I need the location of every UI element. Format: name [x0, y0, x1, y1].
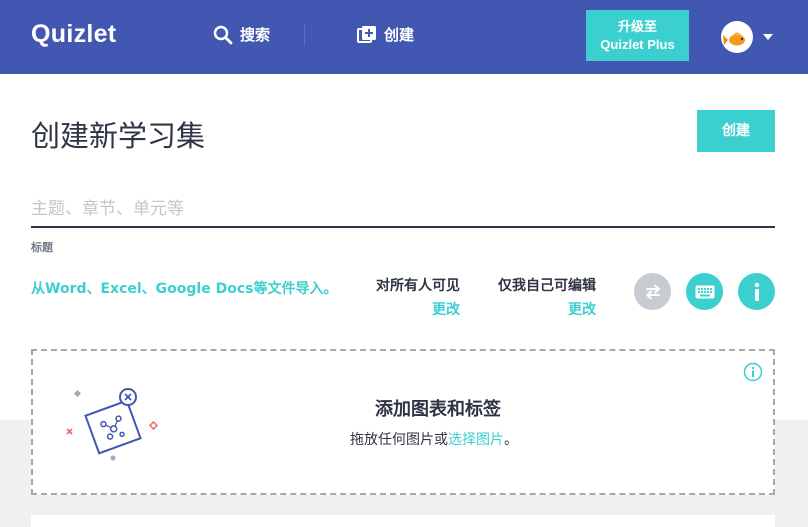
set-title-input[interactable]	[31, 192, 775, 228]
visibility-change-link[interactable]: 更改	[376, 299, 460, 319]
add-set-icon	[357, 25, 376, 43]
visibility-label: 对所有人可见	[376, 278, 460, 294]
dropzone-subtitle-end: 。	[504, 432, 518, 448]
keyboard-shortcuts-button[interactable]	[686, 273, 723, 310]
chevron-down-icon[interactable]	[763, 34, 773, 40]
create-nav-label: 创建	[384, 26, 415, 44]
dropzone-subtitle: 拖放任何图片或选择图片。	[350, 429, 518, 449]
dropzone-title: 添加图表和标签	[375, 399, 501, 420]
import-link[interactable]: 从Word、Excel、Google Docs等文件导入。	[31, 278, 337, 298]
page-title: 创建新学习集	[31, 119, 206, 153]
upgrade-plus-button[interactable]: 升级至 Quizlet Plus	[586, 10, 689, 61]
top-navigation-bar: Quizlet 搜索 创建 升级至 Quizlet Plus	[0, 0, 808, 74]
diagram-illustration	[63, 385, 163, 465]
term-card-stub	[31, 515, 775, 527]
title-field-label: 标题	[31, 241, 53, 254]
create-nav-item[interactable]: 创建	[357, 24, 414, 45]
dropzone-subtitle-text: 拖放任何图片或	[350, 432, 448, 448]
info-button[interactable]	[738, 273, 775, 310]
visibility-setting: 对所有人可见 更改	[376, 275, 460, 319]
swap-terms-button[interactable]	[634, 273, 671, 310]
swap-icon	[645, 284, 660, 299]
choose-image-link[interactable]: 选择图片	[448, 432, 504, 448]
search-icon	[213, 25, 233, 44]
edit-permission-change-link[interactable]: 更改	[498, 299, 596, 319]
create-set-button[interactable]: 创建	[697, 110, 775, 152]
avatar-goldfish-icon[interactable]	[721, 21, 753, 53]
edit-permission-setting: 仅我自己可编辑 更改	[498, 275, 596, 319]
dropzone-info-icon[interactable]	[743, 362, 763, 382]
info-icon	[754, 282, 759, 301]
search-nav-item[interactable]: 搜索	[213, 24, 270, 45]
search-label: 搜索	[240, 26, 271, 44]
upgrade-line-2: Quizlet Plus	[600, 36, 675, 52]
upgrade-line-1: 升级至	[617, 19, 657, 35]
quizlet-logo[interactable]: Quizlet	[31, 20, 116, 49]
edit-permission-label: 仅我自己可编辑	[498, 278, 596, 294]
keyboard-icon	[695, 285, 714, 298]
nav-divider	[304, 24, 305, 46]
